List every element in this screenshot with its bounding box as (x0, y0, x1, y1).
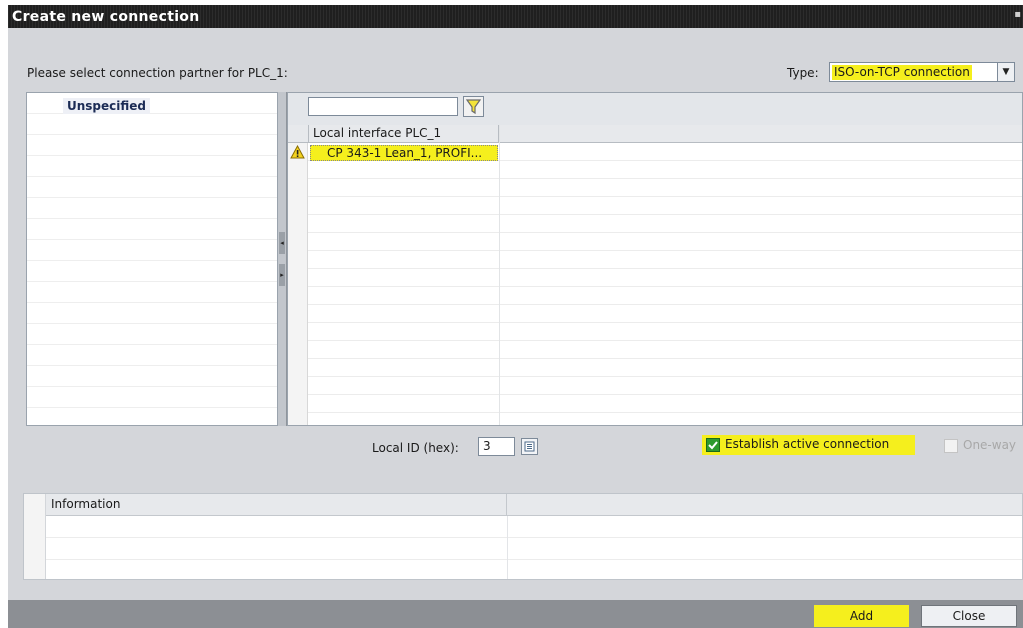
column-divider (499, 125, 500, 425)
list-icon (524, 441, 535, 452)
interface-table: Local interface PLC_1 CP 343-1 Lean_1, P… (288, 125, 1022, 425)
interface-pane: Local interface PLC_1 CP 343-1 Lean_1, P… (287, 92, 1023, 426)
establish-active-connection-option[interactable]: Establish active connection (702, 435, 915, 455)
local-id-details-button[interactable] (521, 438, 538, 455)
collapse-left-icon[interactable]: ◂ (279, 232, 285, 254)
type-label: Type: (787, 66, 819, 80)
partner-item-unspecified[interactable]: Unspecified (63, 98, 151, 114)
add-button[interactable]: Add (814, 605, 909, 627)
establish-active-connection-checkbox[interactable] (706, 438, 720, 452)
oneway-label: One-way (963, 438, 1017, 452)
filter-input[interactable] (308, 97, 458, 116)
expand-right-icon[interactable]: ▸ (279, 264, 285, 286)
window-title: Create new connection (12, 9, 200, 25)
filter-button[interactable] (463, 96, 484, 117)
button-bar: Add Close (8, 600, 1023, 628)
dialog-body: Please select connection partner for PLC… (8, 28, 1023, 628)
checkmark-icon (708, 441, 718, 450)
filter-icon (465, 99, 482, 115)
pane-splitter[interactable]: ◂ ▸ (278, 92, 287, 426)
info-column-divider (507, 516, 508, 579)
warning-icon (290, 145, 305, 159)
chevron-down-icon[interactable]: ▼ (997, 63, 1014, 81)
oneway-checkbox (944, 439, 958, 453)
row-gutter (288, 143, 308, 425)
local-id-input[interactable]: 3 (478, 437, 515, 456)
interface-table-header: Local interface PLC_1 (288, 125, 1022, 143)
close-button[interactable]: Close (921, 605, 1017, 627)
connection-type-value: ISO-on-TCP connection (832, 65, 972, 80)
local-interface-column-header[interactable]: Local interface PLC_1 (308, 125, 499, 143)
partner-list: Unspecified (26, 92, 278, 426)
interface-row[interactable]: CP 343-1 Lean_1, PROFI... (310, 145, 498, 161)
information-column-header[interactable]: Information (47, 494, 507, 516)
information-table: Information (23, 493, 1023, 580)
info-row-gutter (24, 494, 46, 579)
close-window-icon[interactable]: ▪ (1014, 9, 1021, 20)
partner-prompt: Please select connection partner for PLC… (27, 66, 288, 80)
connection-type-select[interactable]: ISO-on-TCP connection ▼ (829, 62, 1015, 82)
information-table-header: Information (24, 494, 1022, 516)
oneway-option: One-way (944, 437, 1023, 455)
title-bar[interactable]: Create new connection ▪ (8, 5, 1023, 28)
local-id-label: Local ID (hex): (372, 441, 459, 455)
establish-active-connection-label: Establish active connection (725, 437, 890, 451)
